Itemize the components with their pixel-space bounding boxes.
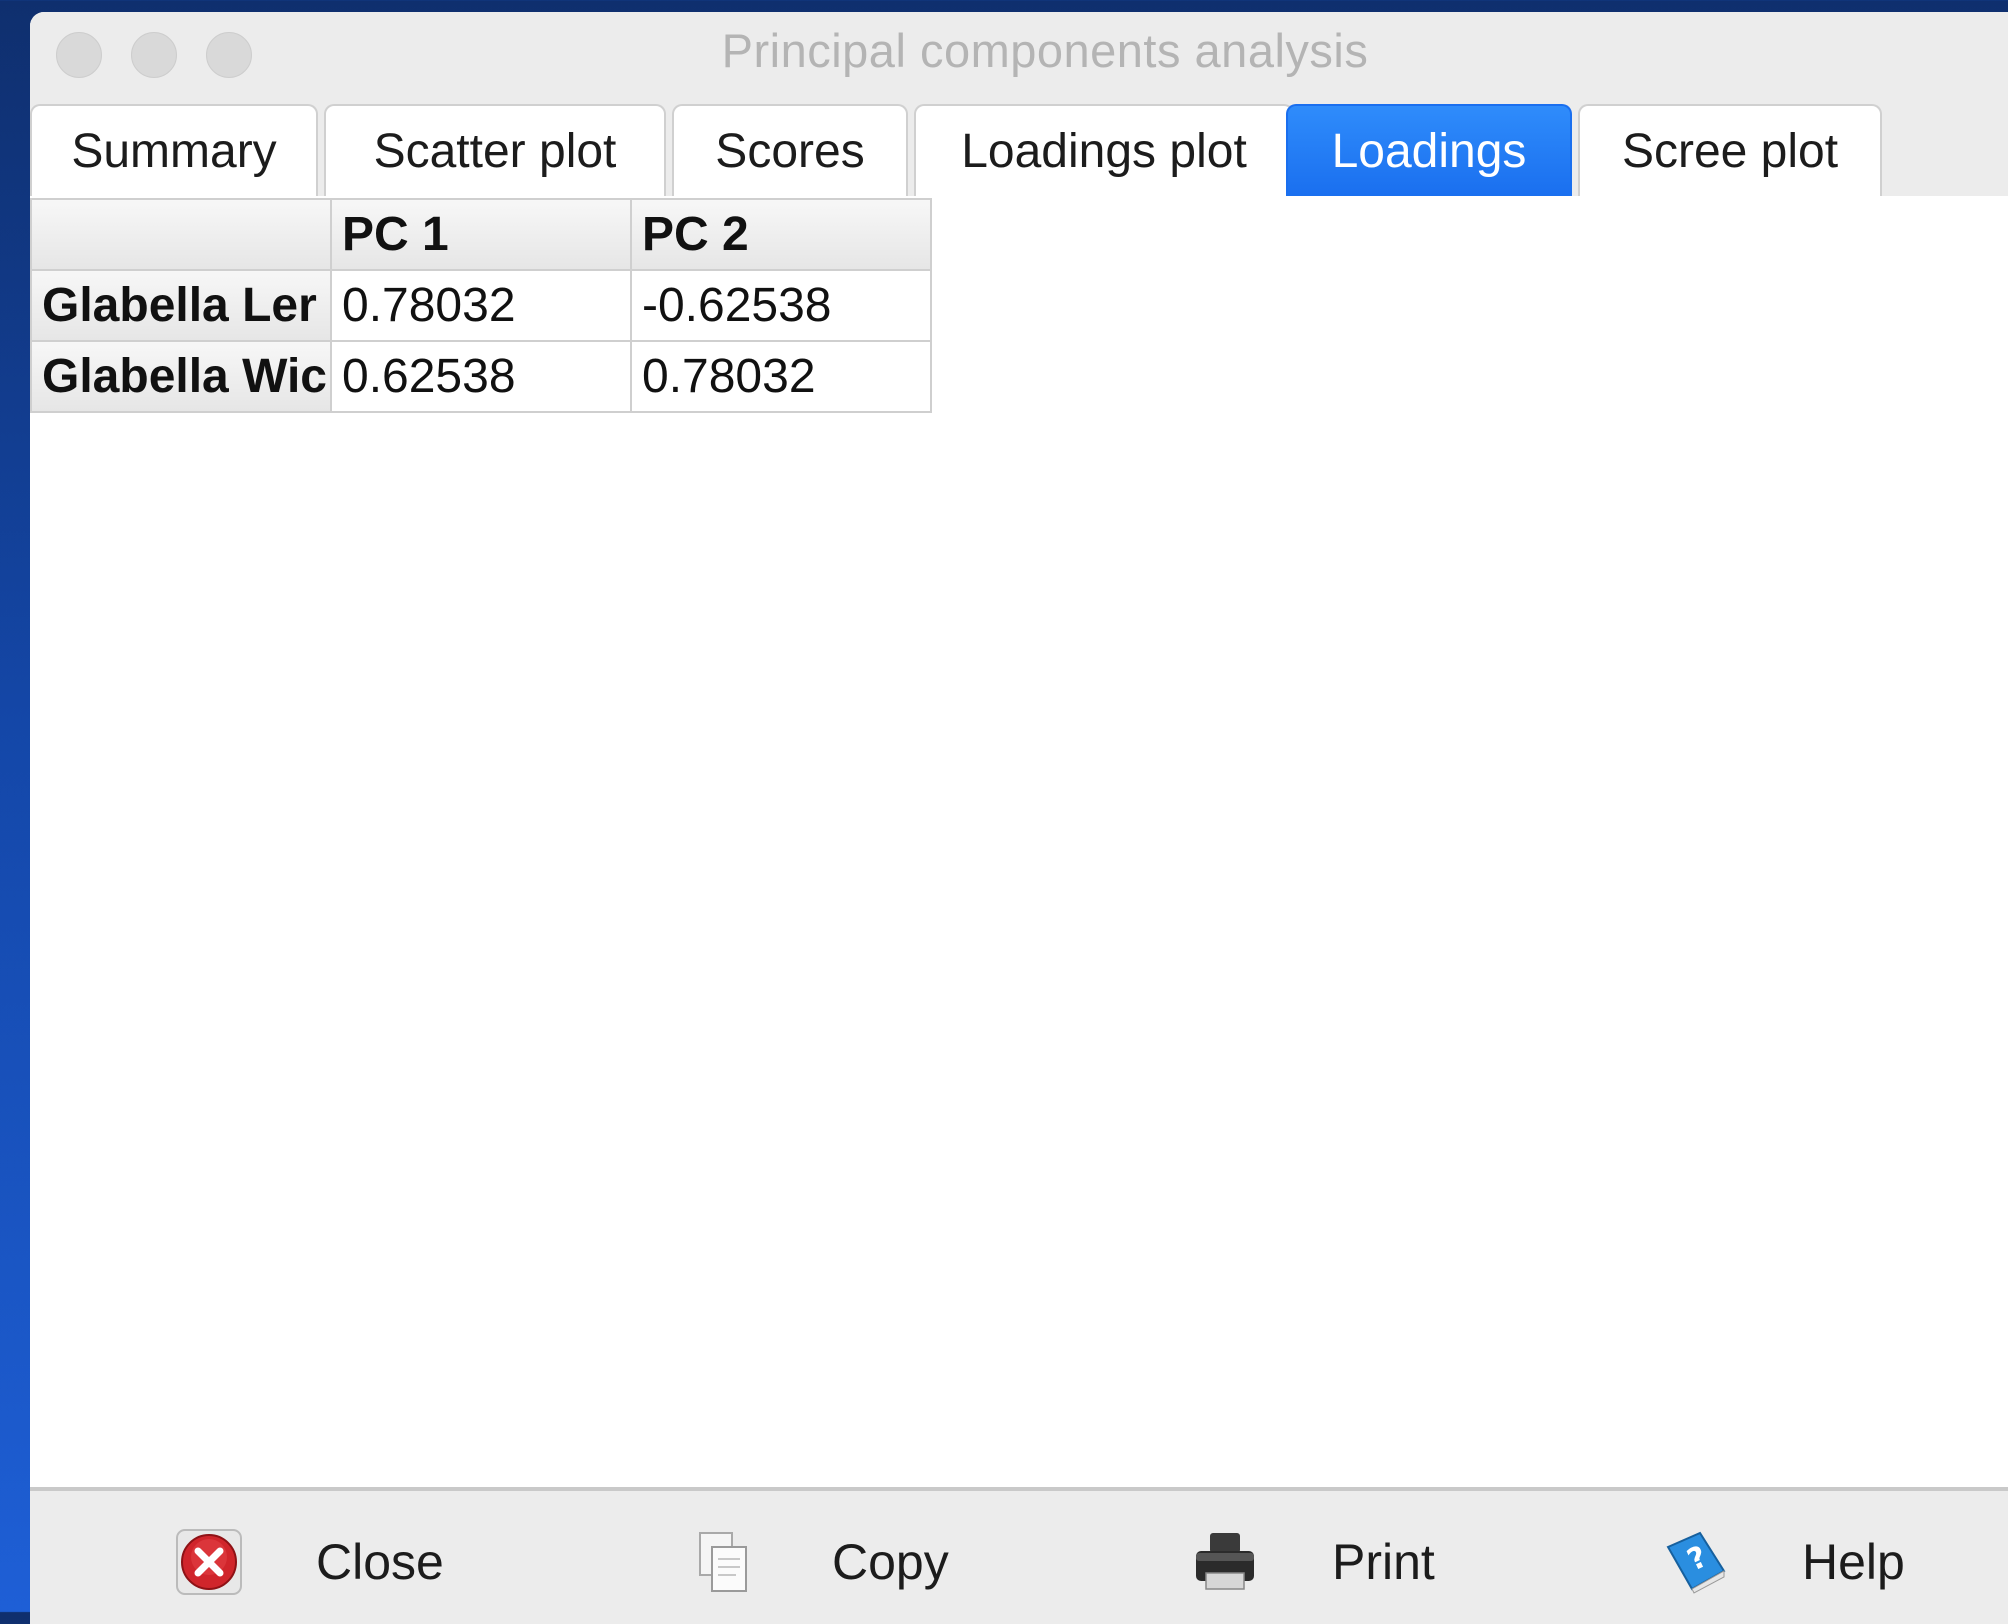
table-row: Glabella Wic 0.62538 0.78032 bbox=[30, 340, 932, 413]
copy-label: Copy bbox=[832, 1534, 949, 1590]
window-title: Principal components analysis bbox=[721, 24, 1369, 77]
row-header: Glabella Ler bbox=[30, 269, 332, 342]
table-cell[interactable]: -0.62538 bbox=[630, 269, 932, 342]
table-row: Glabella Ler 0.78032 -0.62538 bbox=[30, 269, 932, 342]
print-label: Print bbox=[1332, 1534, 1435, 1590]
copy-button[interactable]: Copy bbox=[690, 1517, 949, 1607]
tab-scatter-plot[interactable]: Scatter plot bbox=[324, 104, 666, 196]
tab-bar: Summary Scatter plot Scores Loadings plo… bbox=[30, 90, 2008, 199]
tab-loadings[interactable]: Loadings bbox=[1286, 104, 1572, 196]
close-label: Close bbox=[316, 1534, 444, 1590]
button-bar: Close Copy Print ? Help bbox=[30, 1487, 2008, 1624]
close-icon bbox=[174, 1527, 244, 1597]
tab-scree-plot[interactable]: Scree plot bbox=[1578, 104, 1882, 196]
table-cell[interactable]: 0.78032 bbox=[630, 340, 932, 413]
close-button[interactable]: Close bbox=[174, 1517, 444, 1607]
tab-loadings-plot[interactable]: Loadings plot bbox=[914, 104, 1294, 196]
tab-scores[interactable]: Scores bbox=[672, 104, 908, 196]
tab-summary[interactable]: Summary bbox=[30, 104, 318, 196]
column-header-pc1[interactable]: PC 1 bbox=[330, 198, 632, 271]
help-label: Help bbox=[1802, 1534, 1905, 1590]
copy-icon bbox=[690, 1527, 760, 1597]
help-button[interactable]: ? Help bbox=[1660, 1517, 1905, 1607]
table-header-row: PC 1 PC 2 bbox=[30, 198, 932, 271]
column-header-pc2[interactable]: PC 2 bbox=[630, 198, 932, 271]
corner-header bbox=[30, 198, 332, 271]
help-icon: ? bbox=[1660, 1527, 1730, 1597]
print-button[interactable]: Print bbox=[1190, 1517, 1435, 1607]
table-cell[interactable]: 0.62538 bbox=[330, 340, 632, 413]
table-cell[interactable]: 0.78032 bbox=[330, 269, 632, 342]
row-header: Glabella Wic bbox=[30, 340, 332, 413]
pca-window: Principal components analysis Summary Sc… bbox=[30, 12, 2008, 1624]
title-bar: Principal components analysis bbox=[30, 12, 2008, 91]
loadings-panel: PC 1 PC 2 Glabella Ler 0.78032 -0.62538 … bbox=[30, 196, 2008, 1487]
loadings-table: PC 1 PC 2 Glabella Ler 0.78032 -0.62538 … bbox=[30, 198, 932, 413]
print-icon bbox=[1190, 1527, 1260, 1597]
